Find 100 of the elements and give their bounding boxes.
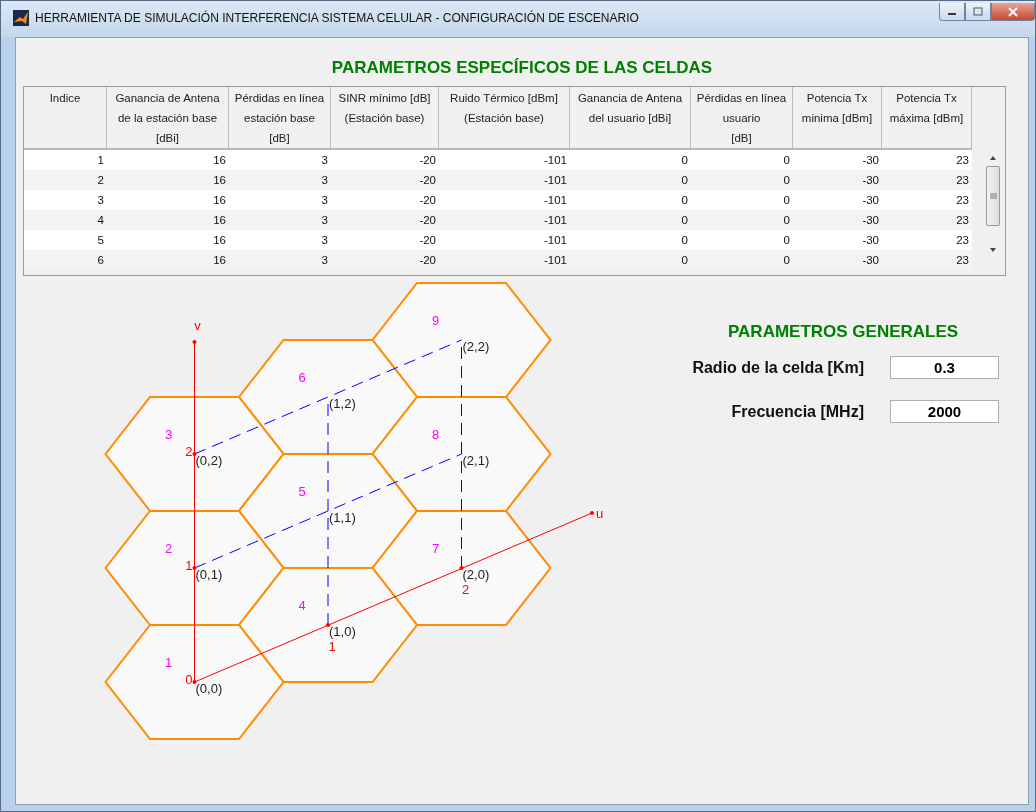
table-cell-text: 16 [212,233,227,248]
table-cell-text: 4 [96,213,105,228]
column-header: Ganancia de Antena de la estación base [dBi] [107,87,229,148]
table-cell-text: 16 [212,173,227,188]
table-cell-text: -20 [418,233,437,248]
coordinate-label: (2,1) [462,453,490,468]
table-cell-text: 23 [955,233,970,248]
table-cell-text: 0 [680,233,689,248]
coordinate-label: (2,0) [462,567,490,582]
field-label: Radio de la celda [Km] [691,358,864,377]
coordinate-label: (0,0) [195,681,223,696]
scroll-up-icon [988,154,998,162]
table-cell-text: 0 [680,173,689,188]
axis-label: u [596,506,604,521]
table-cell-text: 23 [955,193,970,208]
table-cell-text: 0 [782,193,791,208]
table-cell-text: 16 [212,213,227,228]
table-cell-text: -20 [418,253,437,268]
column-header: Ganancia de Antena del usuario [dBi] [570,87,691,148]
window-title: HERRAMIENTA DE SIMULACIÓN INTERFERENCIA SISTEMA CELULAR - CONFIGURACIÓN DE ESCENARIO [35,11,640,25]
table-cell-text: -30 [861,233,880,248]
table-cell-text: -20 [418,173,437,188]
table-cell-text: 16 [212,193,227,208]
column-header: Ruido Térmico [dBm] (Estación base) [439,87,570,148]
table-cell-text: 23 [955,253,970,268]
cell-number: 2 [164,541,173,556]
table-cell-text: 6 [96,253,105,268]
table-cell-text: 23 [955,173,970,188]
cell-number: 8 [431,427,440,442]
table-cell-text: 0 [680,193,689,208]
table-cell-text: 3 [320,193,329,208]
coordinate-label: (0,1) [195,567,223,582]
maximize-icon [973,7,983,16]
column-header: Potencia Tx minima [dBm] [793,87,882,148]
tick-label: 2 [461,582,470,597]
section-title: PARAMETROS ESPECÍFICOS DE LAS CELDAS [331,58,713,78]
table-cell-text: 5 [96,233,105,248]
section-title: PARAMETROS GENERALES [728,322,960,342]
cell-number: 9 [431,313,440,328]
table-cell-text: -101 [542,233,568,248]
coordinate-label: (1,0) [329,624,356,639]
table-cell-text: -101 [542,153,568,168]
coordinate-label: (1,2) [329,396,356,411]
column-header: Pérdidas en línea usuario [dB] [691,87,793,148]
table-cell-text: -101 [542,193,568,208]
table-cell-text: 23 [955,153,970,168]
table-cell-text: 0 [680,153,689,168]
cell-number: 7 [431,541,440,556]
coordinate-label: (2,2) [462,339,490,354]
table-cell-text: 0 [782,253,791,268]
table-cell-text: 1 [96,153,105,168]
scroll-thumb[interactable] [986,166,1000,226]
table-cell-text: -30 [861,213,880,228]
tick-label: 1 [185,558,193,573]
table-cell-text: 16 [212,253,227,268]
table-cell-text: -30 [861,193,880,208]
input-field[interactable]: 2000 [890,400,999,423]
table-cell-text: -101 [542,253,568,268]
table-cell-text: 0 [782,173,791,188]
table-cell-text: 3 [320,233,329,248]
table-cell-text: 0 [782,233,791,248]
tick-label: 0 [185,672,193,687]
coordinate-label: (1,1) [329,510,356,525]
field-label: Frecuencia [MHz] [730,402,864,421]
tick-label: 2 [185,444,193,459]
table-cell-text: 0 [680,253,689,268]
cell-number: 4 [298,598,306,613]
cell-number: 1 [164,655,173,670]
table-cell-text: 3 [320,253,329,268]
column-header: SINR mínimo [dB] (Estación base) [331,87,439,148]
column-header: Potencia Tx máxima [dBm] [882,87,972,148]
table-cell-text: 23 [955,213,970,228]
minimize-button[interactable] [939,3,965,21]
table-cell-text: -20 [418,153,437,168]
table-cell-text: 16 [212,153,227,168]
input-field[interactable]: 0.3 [890,356,999,379]
table-cell-text: 0 [782,153,791,168]
column-header: Pérdidas en línea estación base [dB] [229,87,331,148]
close-icon [1008,6,1018,17]
table-cell-text: 0 [782,213,791,228]
tick-label: 1 [328,639,336,654]
cell-number: 3 [164,427,173,442]
table-cell-text: 3 [320,153,329,168]
column-header: Indice [24,87,107,148]
table-cell-text: 3 [320,173,329,188]
scroll-down-icon [988,246,998,254]
table-cell-text: -30 [861,173,880,188]
table-cell-text: 0 [680,213,689,228]
cell-number: 6 [298,370,306,385]
close-button[interactable] [991,3,1035,21]
table-cell-text: 3 [320,213,329,228]
table-cell-text: -30 [861,253,880,268]
table-cell-text: -20 [418,193,437,208]
table-cell-text: 2 [96,173,105,188]
table-cell-text: 3 [96,193,105,208]
table-cell-text: -101 [542,173,568,188]
table-cell-text: -101 [542,213,568,228]
cell-number: 5 [298,484,306,499]
app-icon [13,10,29,26]
table-cell-text: -30 [861,153,880,168]
